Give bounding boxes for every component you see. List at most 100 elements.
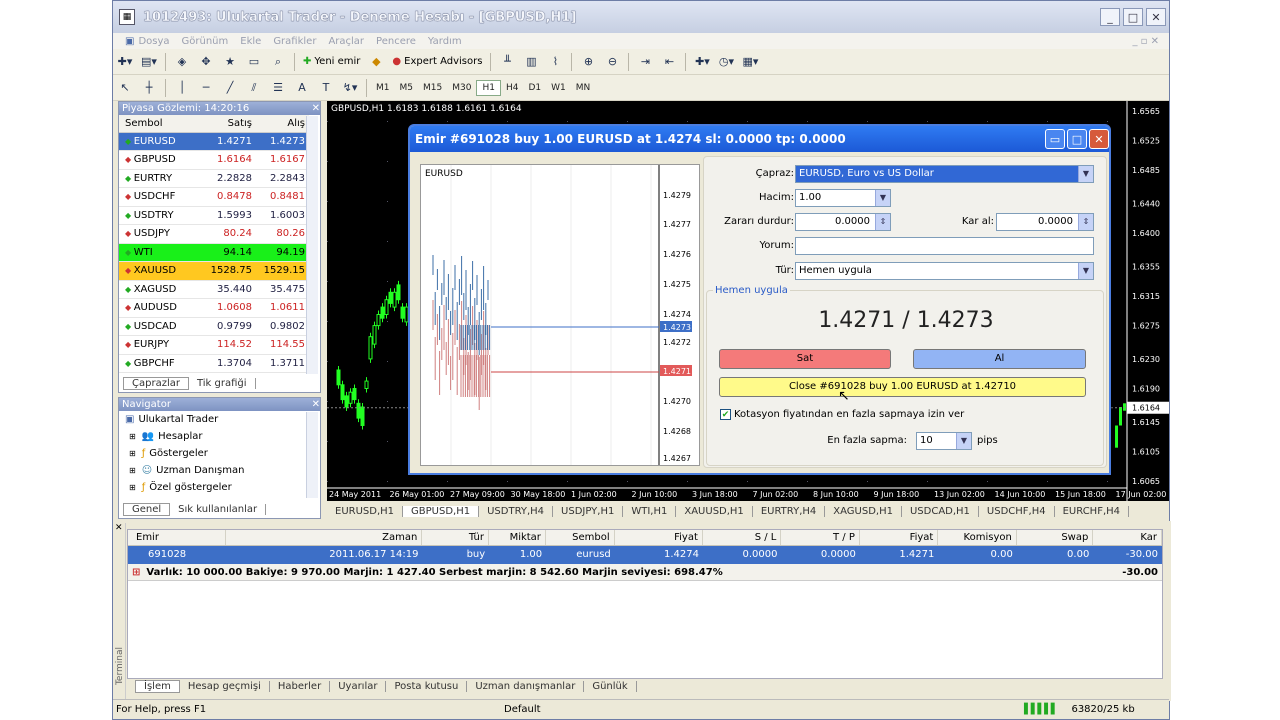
tester-icon[interactable]: ⌕ (268, 52, 288, 72)
terminal-tab[interactable]: Haberler (270, 680, 331, 692)
chart-tab[interactable]: XAGUSD,H1 (825, 505, 902, 517)
tf-d1[interactable]: D1 (523, 81, 546, 95)
zoom-out-icon[interactable]: ⊖ (602, 52, 622, 72)
terminal-tab[interactable]: İşlem (135, 679, 180, 693)
tab-genel[interactable]: Genel (123, 502, 171, 516)
terminal-tab[interactable]: Posta kutusu (386, 680, 468, 692)
tf-m15[interactable]: M15 (418, 81, 447, 95)
sell-button[interactable]: Sat (719, 349, 891, 369)
menu-grafikler[interactable]: Grafikler (273, 36, 316, 47)
chevron-down-icon[interactable]: ▼ (1078, 166, 1093, 182)
expand-icon[interactable]: ⊞ (129, 432, 136, 441)
tf-mn[interactable]: MN (571, 81, 596, 95)
fibo-icon[interactable]: ☰ (268, 78, 288, 98)
type-select[interactable]: Hemen uygula ▼ (795, 262, 1094, 280)
column-header[interactable]: Miktar (489, 530, 546, 545)
bar-chart-icon[interactable]: ╨ (497, 52, 517, 72)
chart-tab[interactable]: USDCAD,H1 (902, 505, 979, 517)
column-header[interactable]: Swap (1017, 530, 1094, 545)
chart-tab[interactable]: GBPUSD,H1 (403, 505, 480, 517)
close-icon[interactable]: ✕ (312, 103, 320, 114)
menu-dosya[interactable]: Dosya (138, 36, 169, 47)
list-item[interactable]: ◆ GBPCHF 1.3704 1.3711 (119, 354, 309, 373)
candles-icon[interactable]: ▥ (521, 52, 541, 72)
list-item[interactable]: ◆ WTI 94.14 94.19 (119, 243, 309, 262)
indicators-icon[interactable]: ✚▾ (692, 52, 712, 72)
list-item[interactable]: ◆ USDTRY 1.5993 1.6003 (119, 206, 309, 225)
maximize-button[interactable]: □ (1123, 8, 1143, 26)
tf-h4[interactable]: H4 (501, 81, 524, 95)
menu-gorunum[interactable]: Görünüm (182, 36, 229, 47)
help-button[interactable]: ▭ (1045, 129, 1065, 149)
list-item[interactable]: ◆ GBPUSD 1.6164 1.6167 (119, 150, 309, 170)
volume-select[interactable]: 1.00 ▼ (795, 189, 891, 207)
channel-icon[interactable]: ⫽ (244, 78, 264, 98)
profiles-icon[interactable]: ▤▾ (139, 52, 159, 72)
new-chart-icon[interactable]: ✚▾ (115, 52, 135, 72)
tab-tik-grafigi[interactable]: Tik grafiği (189, 377, 256, 389)
deviation-checkbox-row[interactable]: ✔ Kotasyon fiyatından en fazla sapmaya i… (720, 409, 964, 420)
menu-pencere[interactable]: Pencere (376, 36, 416, 47)
column-header[interactable]: Komisyon (938, 530, 1017, 545)
chart-tab[interactable]: EURUSD,H1 (327, 505, 404, 517)
chart-tab[interactable]: XAUUSD,H1 (676, 505, 753, 517)
nav-item-uzman[interactable]: ⊞ ☺ Uzman Danışman (119, 462, 320, 479)
list-item[interactable]: ◆ EURJPY 114.52 114.55 (119, 335, 309, 355)
terminal-tab[interactable]: Uyarılar (330, 680, 387, 692)
trendline-icon[interactable]: ╱ (220, 78, 240, 98)
list-item[interactable]: ◆ USDJPY 80.24 80.26 (119, 224, 309, 244)
arrows-icon[interactable]: ↯▾ (340, 78, 360, 98)
zoom-in-icon[interactable]: ⊕ (578, 52, 598, 72)
list-item[interactable]: ◆ XAUUSD 1528.75 1529.15 (119, 261, 309, 281)
chart-tab[interactable]: EURTRY,H4 (753, 505, 826, 517)
menu-araclar[interactable]: Araçlar (328, 36, 364, 47)
chevron-down-icon[interactable]: ▼ (956, 433, 971, 449)
expand-icon[interactable]: ⊞ (129, 449, 136, 458)
nav-root[interactable]: ▣ Ulukartal Trader (119, 411, 320, 428)
cursor-icon[interactable]: ↖ (115, 78, 135, 98)
label-icon[interactable]: T (316, 78, 336, 98)
dialog-close-button[interactable]: ✕ (1089, 129, 1109, 149)
column-header[interactable]: T / P (781, 530, 860, 545)
terminal-tab[interactable]: Günlük (584, 680, 637, 692)
templates-icon[interactable]: ▦▾ (740, 52, 760, 72)
chart-tab[interactable]: EURCHF,H4 (1055, 505, 1130, 517)
vline-icon[interactable]: │ (172, 78, 192, 98)
data-window-icon[interactable]: ✥ (196, 52, 216, 72)
stop-loss-input[interactable]: 0.0000 ⇕ (795, 213, 891, 231)
navigator-icon[interactable]: ★ (220, 52, 240, 72)
tab-caprazlar[interactable]: Çaprazlar (123, 376, 189, 390)
column-header[interactable]: S / L (703, 530, 782, 545)
expand-icon[interactable]: ⊞ (129, 483, 136, 492)
col-satis[interactable]: Satış (203, 115, 256, 133)
col-sembol[interactable]: Sembol (119, 115, 203, 133)
close-order-button[interactable]: Close #691028 buy 1.00 EURUSD at 1.42710 (719, 377, 1086, 397)
chart-tab[interactable]: WTI,H1 (623, 505, 677, 517)
tf-w1[interactable]: W1 (546, 81, 571, 95)
line-chart-icon[interactable]: ⌇ (545, 52, 565, 72)
chart-shift-icon[interactable]: ⇤ (659, 52, 679, 72)
column-header[interactable]: Fiyat (615, 530, 703, 545)
nav-item-hesaplar[interactable]: ⊞ 👥 Hesaplar (119, 428, 320, 445)
tf-m1[interactable]: M1 (371, 81, 395, 95)
terminal-tab[interactable]: Hesap geçmişi (180, 680, 270, 692)
tf-m30[interactable]: M30 (447, 81, 476, 95)
nav-item-gostergeler[interactable]: ⊞ ƒ Göstergeler (119, 445, 320, 462)
deviation-select[interactable]: 10 ▼ (916, 432, 972, 450)
column-header[interactable]: Kar (1093, 530, 1163, 545)
chart-tab[interactable]: USDTRY,H4 (479, 505, 554, 517)
list-item[interactable]: ◆ USDCAD 0.9799 0.9802 (119, 317, 309, 336)
symbol-select[interactable]: EURUSD, Euro vs US Dollar ▼ (795, 165, 1094, 183)
chart-tab[interactable]: USDCHF,H4 (979, 505, 1055, 517)
comment-input[interactable] (795, 237, 1094, 255)
nav-item-ozel[interactable]: ⊞ ƒ Özel göstergeler (119, 479, 320, 496)
list-item[interactable]: ◆ AUDUSD 1.0608 1.0611 (119, 298, 309, 318)
terminal-tab[interactable]: Uzman danışmanlar (467, 680, 585, 692)
column-header[interactable]: Emir (128, 530, 227, 545)
expert-advisors-button[interactable]: ● Expert Advisors (388, 56, 486, 67)
metaeditor-icon[interactable]: ◆ (366, 52, 386, 72)
close-button[interactable]: ✕ (1146, 8, 1166, 26)
market-watch-scrollbar[interactable] (306, 116, 318, 374)
minimize-button[interactable]: _ (1100, 8, 1120, 26)
spin-icon[interactable]: ⇕ (1078, 214, 1093, 230)
